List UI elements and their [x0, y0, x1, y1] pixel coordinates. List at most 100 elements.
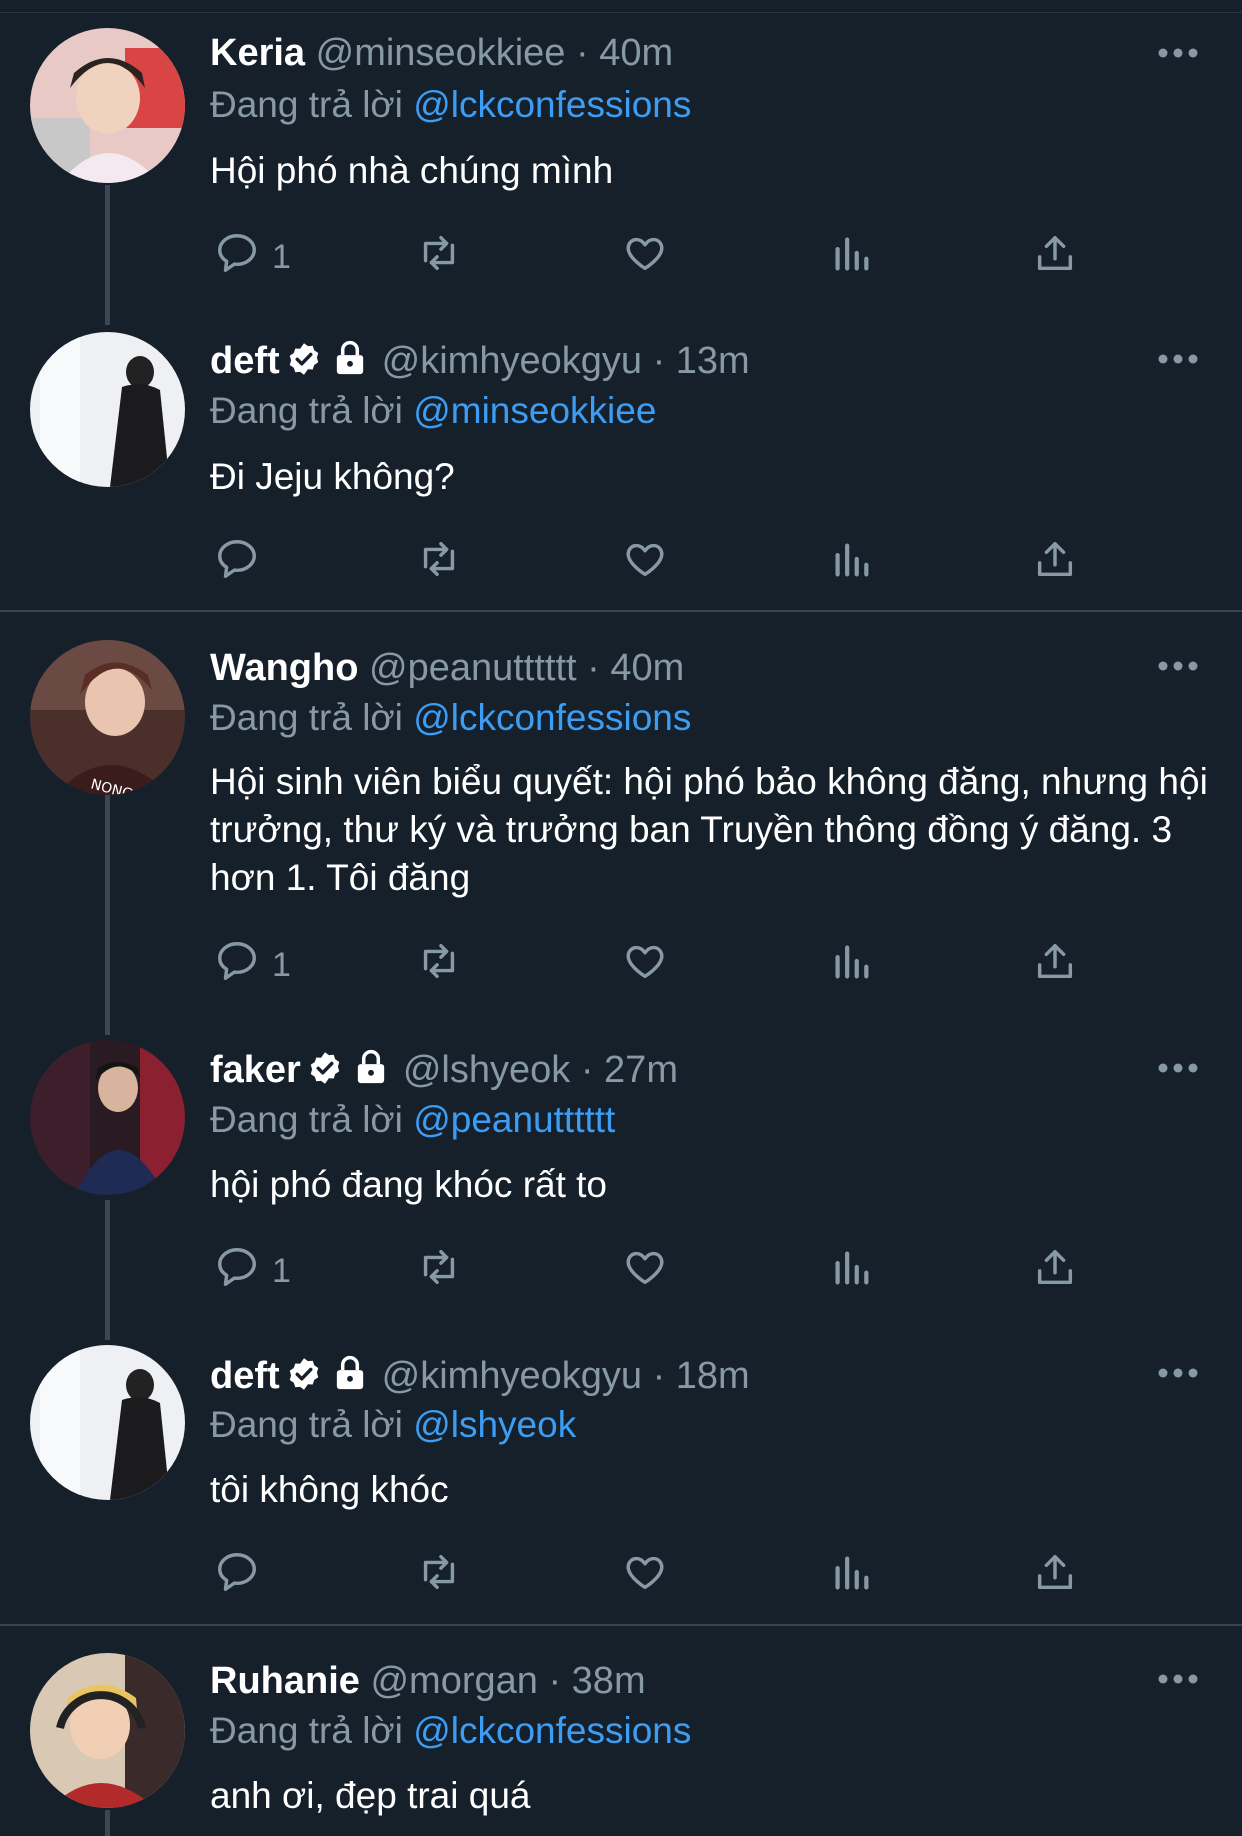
- analytics-icon: [828, 536, 874, 591]
- reply-mention-link[interactable]: @peanutttttt: [413, 1099, 615, 1140]
- avatar[interactable]: [30, 28, 185, 183]
- separator-dot: ·: [575, 32, 589, 74]
- thread-line: [105, 1810, 110, 1836]
- username-handle[interactable]: @morgan: [370, 1660, 537, 1702]
- analytics-icon: [828, 1549, 874, 1604]
- heart-icon: [622, 230, 668, 285]
- share-icon: [1032, 1244, 1078, 1299]
- more-options-icon[interactable]: [1158, 352, 1198, 364]
- tweet-text: Hội phó nhà chúng mình: [210, 150, 614, 191]
- username-handle[interactable]: @peanutttttt: [369, 647, 577, 689]
- tweet-text: hội phó đang khóc rất to: [210, 1164, 608, 1205]
- avatar[interactable]: [30, 332, 185, 487]
- retweet-icon: [416, 536, 462, 591]
- timestamp[interactable]: 38m: [572, 1660, 646, 1702]
- like-button[interactable]: [622, 940, 668, 990]
- more-options-icon[interactable]: [1158, 659, 1198, 671]
- like-button[interactable]: [622, 1246, 668, 1296]
- reply-button[interactable]: 1: [214, 940, 291, 990]
- analytics-button[interactable]: [828, 1551, 874, 1601]
- avatar[interactable]: [30, 1040, 185, 1195]
- display-name[interactable]: deft: [210, 1355, 280, 1397]
- analytics-button[interactable]: [828, 538, 874, 588]
- reply-icon: [214, 230, 260, 285]
- username-handle[interactable]: @minseokkiee: [316, 32, 566, 74]
- retweet-button[interactable]: [416, 232, 462, 282]
- username-handle[interactable]: @lshyeok: [403, 1049, 570, 1091]
- replying-to-label: Đang trả lời: [210, 697, 403, 738]
- reply-count: 1: [272, 237, 291, 276]
- retweet-button[interactable]: [416, 538, 462, 588]
- timestamp[interactable]: 27m: [604, 1049, 678, 1091]
- display-name[interactable]: Keria: [210, 32, 305, 74]
- avatar[interactable]: [30, 1653, 185, 1808]
- separator-dot: ·: [580, 1049, 594, 1091]
- timestamp[interactable]: 13m: [676, 340, 750, 382]
- more-options-icon[interactable]: [1158, 1672, 1198, 1684]
- avatar[interactable]: NONGSHI: [30, 640, 185, 795]
- share-button[interactable]: [1032, 940, 1078, 990]
- reply-button[interactable]: [214, 1551, 272, 1601]
- separator-dot: ·: [652, 340, 666, 382]
- share-button[interactable]: [1032, 538, 1078, 588]
- thread-line: [105, 1200, 110, 1340]
- separator-dot: ·: [548, 1660, 562, 1702]
- reply-icon: [214, 1244, 260, 1299]
- tweet-text: tôi không khóc: [210, 1469, 449, 1510]
- reply-button[interactable]: [214, 538, 272, 588]
- thread-line: [105, 795, 110, 1035]
- more-options-icon[interactable]: [1158, 1061, 1198, 1073]
- thread-line: [105, 185, 110, 325]
- analytics-icon: [828, 230, 874, 285]
- display-name[interactable]: faker: [210, 1049, 301, 1091]
- reply-button[interactable]: 1: [214, 1246, 291, 1296]
- lock-icon: [332, 1354, 368, 1403]
- display-name[interactable]: Ruhanie: [210, 1660, 360, 1702]
- analytics-button[interactable]: [828, 1246, 874, 1296]
- heart-icon: [622, 938, 668, 993]
- separator-dot: ·: [652, 1355, 666, 1397]
- retweet-button[interactable]: [416, 1246, 462, 1296]
- username-handle[interactable]: @kimhyeokgyu: [382, 340, 642, 382]
- share-button[interactable]: [1032, 1246, 1078, 1296]
- analytics-button[interactable]: [828, 940, 874, 990]
- timestamp[interactable]: 18m: [676, 1355, 750, 1397]
- retweet-button[interactable]: [416, 1551, 462, 1601]
- share-button[interactable]: [1032, 232, 1078, 282]
- verified-badge-icon: [286, 341, 322, 388]
- reply-mention-link[interactable]: @lckconfessions: [413, 697, 691, 738]
- top-divider: [0, 0, 1242, 13]
- username-handle[interactable]: @kimhyeokgyu: [382, 1355, 642, 1397]
- avatar[interactable]: [30, 1345, 185, 1500]
- lock-icon: [332, 339, 368, 388]
- reply-button[interactable]: 1: [214, 232, 291, 282]
- retweet-icon: [416, 230, 462, 285]
- like-button[interactable]: [622, 538, 668, 588]
- retweet-icon: [416, 938, 462, 993]
- reply-mention-link[interactable]: @lckconfessions: [413, 84, 691, 125]
- display-name[interactable]: deft: [210, 340, 280, 382]
- heart-icon: [622, 536, 668, 591]
- timestamp[interactable]: 40m: [610, 647, 684, 689]
- reply-count: 1: [272, 945, 291, 984]
- verified-badge-icon: [286, 1356, 322, 1403]
- retweet-icon: [416, 1549, 462, 1604]
- verified-badge-icon: [307, 1050, 343, 1097]
- timestamp[interactable]: 40m: [599, 32, 673, 74]
- analytics-button[interactable]: [828, 232, 874, 282]
- reply-mention-link[interactable]: @minseokkiee: [413, 390, 656, 431]
- reply-icon: [214, 1549, 260, 1604]
- reply-mention-link[interactable]: @lshyeok: [413, 1404, 576, 1445]
- display-name[interactable]: Wangho: [210, 647, 358, 689]
- reply-icon: [214, 536, 260, 591]
- conversation-divider: [0, 610, 1242, 612]
- reply-mention-link[interactable]: @lckconfessions: [413, 1710, 691, 1751]
- like-button[interactable]: [622, 1551, 668, 1601]
- more-options-icon[interactable]: [1158, 46, 1198, 58]
- like-button[interactable]: [622, 232, 668, 282]
- analytics-icon: [828, 938, 874, 993]
- share-button[interactable]: [1032, 1551, 1078, 1601]
- share-icon: [1032, 1549, 1078, 1604]
- retweet-button[interactable]: [416, 940, 462, 990]
- more-options-icon[interactable]: [1158, 1366, 1198, 1378]
